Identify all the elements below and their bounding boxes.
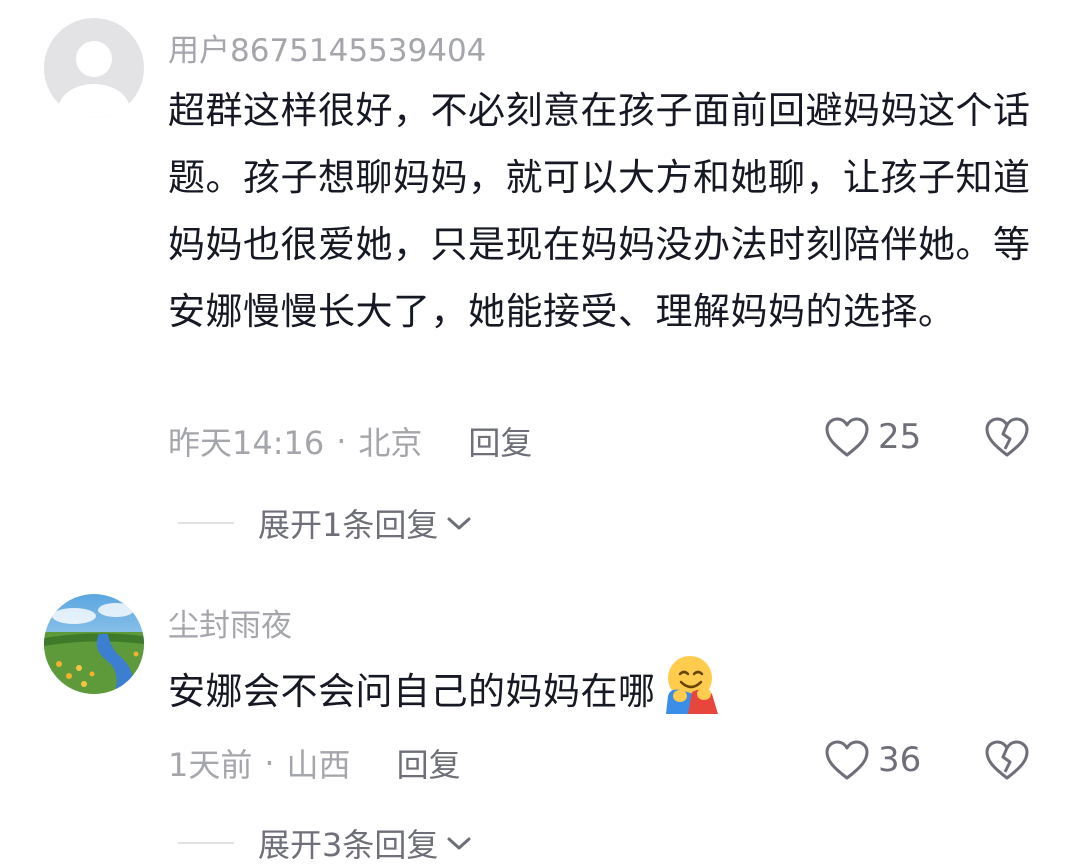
hugging-face-icon [660,652,722,735]
avatar[interactable] [44,18,144,118]
like-count: 36 [878,740,922,780]
comment-location: 北京 [358,424,423,462]
comment-time: 1天前 [168,746,253,784]
reply-button[interactable]: 回复 [468,418,532,464]
comment-text: 超群这样很好，不必刻意在孩子面前回避妈妈这个话题。孩子想聊妈妈，就可以大方和她聊… [168,89,1031,333]
expand-replies-button[interactable]: 展开3条回复 [178,820,474,866]
dislike-button[interactable] [984,739,1030,785]
divider-line [178,522,234,524]
divider-line [178,842,234,844]
chevron-down-icon [447,837,471,850]
comment-username[interactable]: 用户8675145539404 [168,25,486,70]
like-button[interactable]: 25 [824,416,921,458]
expand-replies-label: 展开3条回复 [258,826,439,864]
default-avatar-icon [44,18,144,118]
broken-heart-icon [985,417,1029,457]
like-count: 25 [878,417,922,457]
dislike-button[interactable] [984,416,1030,462]
landscape-avatar-icon [44,594,144,694]
like-button[interactable]: 36 [824,739,921,781]
comment-time: 昨天14:16 [168,424,325,462]
broken-heart-icon [985,740,1029,780]
meta-separator: · [336,422,347,460]
comment-text-row: 安娜会不会问自己的妈妈在哪 [168,652,1048,735]
expand-replies-label: 展开1条回复 [258,506,439,544]
comment-meta: 昨天14:16 · 北京 回复 [168,418,532,464]
reply-button[interactable]: 回复 [397,740,461,786]
comment-location: 山西 [286,746,351,784]
chevron-down-icon [447,517,471,530]
heart-icon [825,417,869,457]
heart-icon [825,740,869,780]
comment-username[interactable]: 尘封雨夜 [168,600,292,645]
meta-separator: · [264,744,275,782]
avatar[interactable] [44,594,144,694]
comment-text: 安娜会不会问自己的妈妈在哪 [168,670,656,713]
comment-meta: 1天前 · 山西 回复 [168,740,461,786]
expand-replies-button[interactable]: 展开1条回复 [178,500,474,546]
